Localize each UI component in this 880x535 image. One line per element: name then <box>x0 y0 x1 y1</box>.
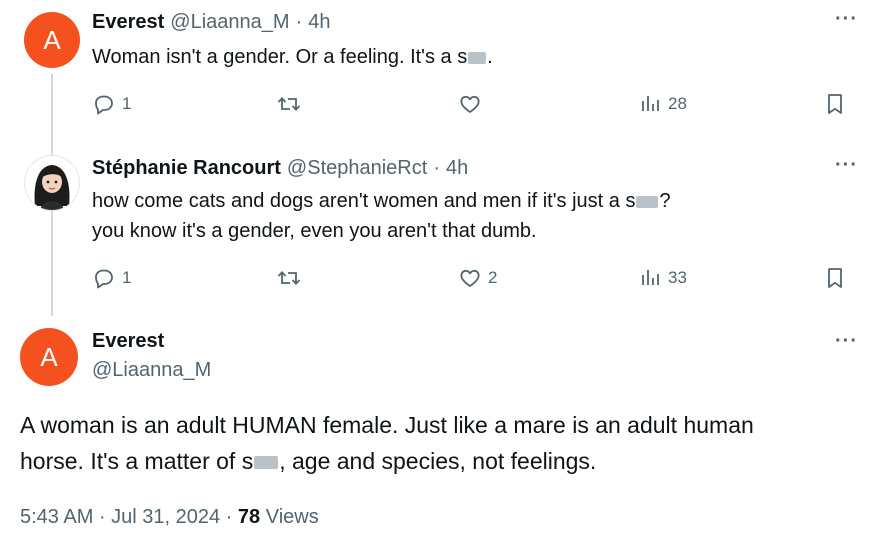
views-button[interactable]: 28 <box>640 92 687 116</box>
tweet-text-part: how come cats and dogs aren't women and … <box>92 190 636 212</box>
reply-icon <box>95 269 113 289</box>
views-button[interactable]: 33 <box>640 266 687 290</box>
separator-dot: · <box>433 157 440 179</box>
separator-dot: · <box>295 11 303 33</box>
views-label: Views <box>260 506 319 528</box>
reply-button[interactable]: 1 <box>92 92 131 116</box>
avatar[interactable] <box>24 155 80 211</box>
reply-icon <box>95 95 113 115</box>
tweet-text-line: how come cats and dogs aren't women and … <box>92 186 671 216</box>
author-name[interactable]: Everest <box>92 330 211 353</box>
tweet-header: Everest @Liaanna_M · 4h <box>92 11 330 34</box>
more-icon[interactable]: ··· <box>835 154 858 177</box>
main-tweet-text: A woman is an adult HUMAN female. Just l… <box>20 407 754 479</box>
retweet-icon <box>277 270 301 286</box>
tweet-text-line: A woman is an adult HUMAN female. Just l… <box>20 412 754 438</box>
tweet-header: Stéphanie Rancourt @StephanieRct · 4h <box>92 157 468 180</box>
more-icon[interactable]: ··· <box>835 330 858 353</box>
views-icon <box>642 96 659 111</box>
author-handle[interactable]: @Liaanna_M <box>170 11 289 34</box>
avatar-letter: A <box>40 341 58 372</box>
retweet-button[interactable] <box>276 266 302 290</box>
avatar[interactable]: A <box>24 12 80 68</box>
timestamp[interactable]: 5:43 AM · Jul 31, 2024 · <box>20 506 238 528</box>
views-icon <box>642 270 659 285</box>
redaction-blur <box>636 195 659 208</box>
author-handle[interactable]: @StephanieRct <box>287 157 427 180</box>
heart-icon <box>460 95 480 113</box>
tweet-text-part: , age and species, not feelings. <box>279 448 597 474</box>
retweet-icon <box>277 96 301 112</box>
author-handle[interactable]: @Liaanna_M <box>92 359 211 382</box>
tweet-text-part: Woman isn't a gender. Or a feeling. It's… <box>92 46 468 68</box>
reply-button[interactable]: 1 <box>92 266 131 290</box>
tweet-text-line: horse. It's a matter of s , age and speci… <box>20 443 754 479</box>
tweet-text-part: . <box>487 46 493 68</box>
tweet-text: Woman isn't a gender. Or a feeling. It's… <box>92 42 493 72</box>
bookmark-icon <box>828 268 842 288</box>
like-count: 2 <box>488 268 498 287</box>
reply-count: 1 <box>122 94 132 113</box>
avatar-illustration <box>34 165 70 210</box>
author-name[interactable]: Stéphanie Rancourt <box>92 157 281 180</box>
avatar[interactable]: A <box>20 328 78 386</box>
tweet-text-part: ? <box>659 190 671 212</box>
tweet-time[interactable]: 4h <box>446 157 468 180</box>
like-button[interactable]: 2 <box>458 266 497 290</box>
redaction-blur <box>254 456 279 470</box>
like-button[interactable] <box>458 92 482 116</box>
redaction-blur <box>468 51 487 64</box>
tweet-text: how come cats and dogs aren't women and … <box>92 186 671 246</box>
avatar-letter: A <box>43 24 61 55</box>
main-author: Everest @Liaanna_M <box>92 330 211 382</box>
author-name[interactable]: Everest <box>92 11 164 34</box>
tweet-text-line: you know it's a gender, even you aren't … <box>92 220 537 242</box>
more-icon[interactable]: ··· <box>835 8 858 31</box>
heart-icon <box>460 269 480 287</box>
tweet-metadata: 5:43 AM · Jul 31, 2024 · 78 Views <box>20 506 319 529</box>
reply-count: 1 <box>122 268 132 287</box>
bookmark-button[interactable] <box>824 92 846 116</box>
views-count: 28 <box>668 94 687 113</box>
bookmark-icon <box>828 94 842 114</box>
bookmark-button[interactable] <box>824 266 846 290</box>
views-count: 78 <box>237 506 261 528</box>
tweet-time[interactable]: 4h <box>308 11 330 34</box>
tweet-text-part: horse. It's a matter of s <box>20 448 254 474</box>
views-count: 33 <box>668 268 687 287</box>
retweet-button[interactable] <box>276 92 302 116</box>
